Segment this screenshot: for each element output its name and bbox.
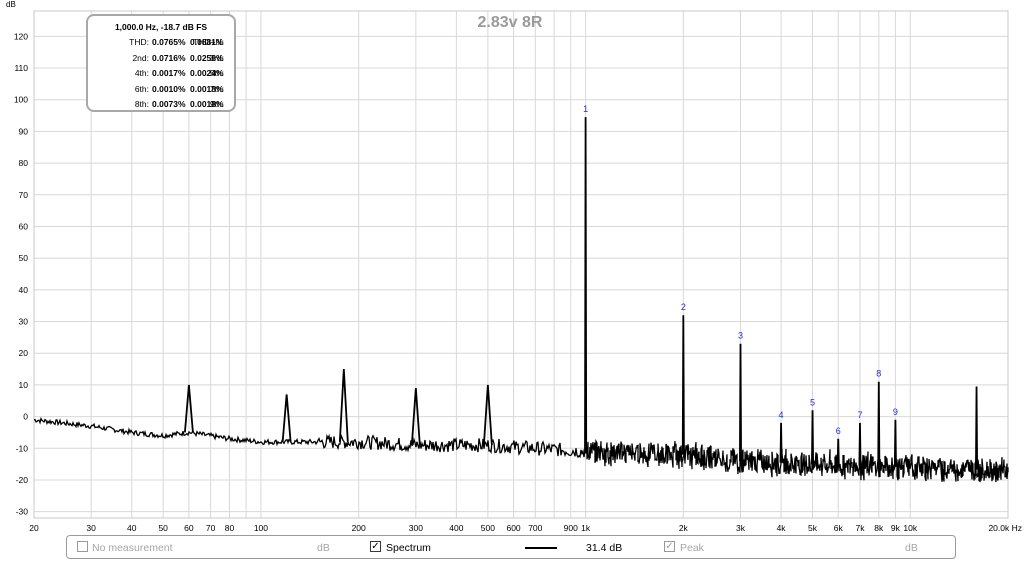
spectrum-peak (836, 438, 840, 465)
no-measurement-checkbox[interactable] (77, 541, 88, 552)
harmonic-marker-5: 5 (810, 397, 815, 407)
spectrum-series-line (33, 416, 1009, 483)
x-tick-label: 20.0k Hz (988, 523, 1022, 533)
x-tick-label: 20 (29, 523, 39, 533)
x-tick-label: 6k (834, 523, 844, 533)
y-tick-label: -20 (16, 475, 29, 485)
spectrum-peak (338, 369, 349, 442)
peak-checkbox[interactable]: ✓ (664, 541, 675, 552)
y-tick-label: -10 (16, 443, 29, 453)
y-tick-label: 80 (19, 158, 29, 168)
harmonic-marker-6: 6 (836, 426, 841, 436)
x-tick-label: 80 (225, 523, 235, 533)
distortion-info-box: 1,000.0 Hz, -18.7 dB FS THD: 0.0765% THD+N… (86, 14, 236, 112)
spectrum-peak (584, 117, 588, 452)
distortion-value: 0.0024% (190, 68, 224, 78)
spectrum-peak (779, 422, 783, 463)
y-tick-label: 40 (19, 285, 29, 295)
y-tick-label: 70 (19, 190, 29, 200)
spectrum-peak (681, 315, 685, 455)
y-tick-label: 120 (14, 31, 28, 41)
harmonic-marker-4: 4 (779, 410, 784, 420)
distortion-label: 2nd: (132, 52, 149, 63)
x-tick-label: 10k (903, 523, 917, 533)
x-tick-label: 900 (564, 523, 578, 533)
x-tick-label: 70 (206, 523, 216, 533)
spectrum-peak (739, 343, 743, 461)
no-measurement-unit: dB (317, 542, 330, 554)
x-tick-label: 3k (736, 523, 746, 533)
harmonic-marker-7: 7 (857, 410, 862, 420)
harmonic-marker-3: 3 (738, 331, 743, 341)
y-tick-label: 0 (23, 412, 28, 422)
spectrum-value: 31.4 dB (586, 542, 623, 554)
distortion-row: 4th: 0.0017% 5th: 0.0024% (88, 68, 234, 80)
chart-title: 2.83v 8R (478, 14, 543, 31)
y-tick-label: 50 (19, 253, 29, 263)
x-tick-label: 60 (184, 523, 194, 533)
peak-label: Peak (680, 542, 704, 554)
x-tick-label: 5k (808, 523, 818, 533)
x-tick-label: 30 (86, 523, 96, 533)
distortion-label: THD: (129, 37, 149, 47)
harmonic-marker-1: 1 (583, 104, 588, 114)
x-tick-label: 8k (874, 523, 884, 533)
distortion-value: 0.0258% (190, 52, 224, 63)
peak-unit: dB (905, 542, 918, 554)
spectrum-peak (975, 386, 979, 470)
spectrum-line-swatch (525, 547, 557, 549)
legend-bar: No measurement dB ✓ Spectrum 31.4 dB ✓ P… (66, 535, 956, 559)
spectrum-peak (858, 422, 862, 466)
x-tick-label: 7k (855, 523, 865, 533)
x-tick-label: 1k (581, 523, 591, 533)
x-tick-label: 4k (777, 523, 787, 533)
spectrum-peak (893, 419, 897, 467)
distortion-label: 6th: (134, 83, 149, 94)
distortion-row: 8th: 0.0073% 9th: 0.0018% (88, 99, 234, 111)
no-measurement-label: No measurement (92, 542, 173, 554)
spectrum-peak (877, 381, 881, 467)
distortion-label: 8th: (134, 99, 149, 109)
harmonic-marker-9: 9 (893, 407, 898, 417)
x-tick-label: 9k (891, 523, 901, 533)
y-tick-label: 20 (19, 348, 29, 358)
y-tick-label: 10 (19, 380, 29, 390)
x-tick-label: 50 (158, 523, 168, 533)
spectrum-label: Spectrum (386, 542, 431, 554)
distortion-label: 4th: (134, 68, 149, 78)
harmonic-marker-2: 2 (681, 302, 686, 312)
distortion-row: 6th: 0.0010% 7th: 0.0018% (88, 84, 234, 96)
spectrum-peak (281, 394, 292, 443)
spectrum-checkbox[interactable]: ✓ (370, 541, 381, 552)
x-tick-label: 400 (449, 523, 463, 533)
y-tick-label: 110 (14, 63, 28, 73)
x-tick-label: 500 (481, 523, 495, 533)
fundamental-level: 1,000.0 Hz, -18.7 dB FS (114, 22, 208, 32)
distortion-value: 0.0018% (190, 99, 224, 109)
y-tick-label: 100 (14, 95, 28, 105)
y-tick-label: -30 (16, 507, 29, 517)
y-tick-label: 90 (19, 126, 29, 136)
distortion-row: THD: 0.0765% THD+N: 0.0881% (88, 37, 234, 49)
harmonic-marker-8: 8 (876, 369, 881, 379)
x-tick-label: 300 (409, 523, 423, 533)
y-tick-label: 30 (19, 317, 29, 327)
x-tick-label: 100 (254, 523, 268, 533)
x-tick-label: 200 (352, 523, 366, 533)
x-tick-label: 700 (528, 523, 542, 533)
y-axis-label: dB (6, 0, 16, 9)
distortion-value: 0.0018% (190, 83, 224, 94)
spectrum-peak (811, 410, 815, 465)
x-tick-label: 40 (127, 523, 137, 533)
distortion-row: 2nd: 0.0716% 3rd: 0.0258% (88, 53, 234, 65)
x-tick-label: 600 (506, 523, 520, 533)
y-tick-label: 60 (19, 221, 29, 231)
distortion-value: 0.0881% (190, 37, 224, 47)
x-tick-label: 2k (679, 523, 689, 533)
